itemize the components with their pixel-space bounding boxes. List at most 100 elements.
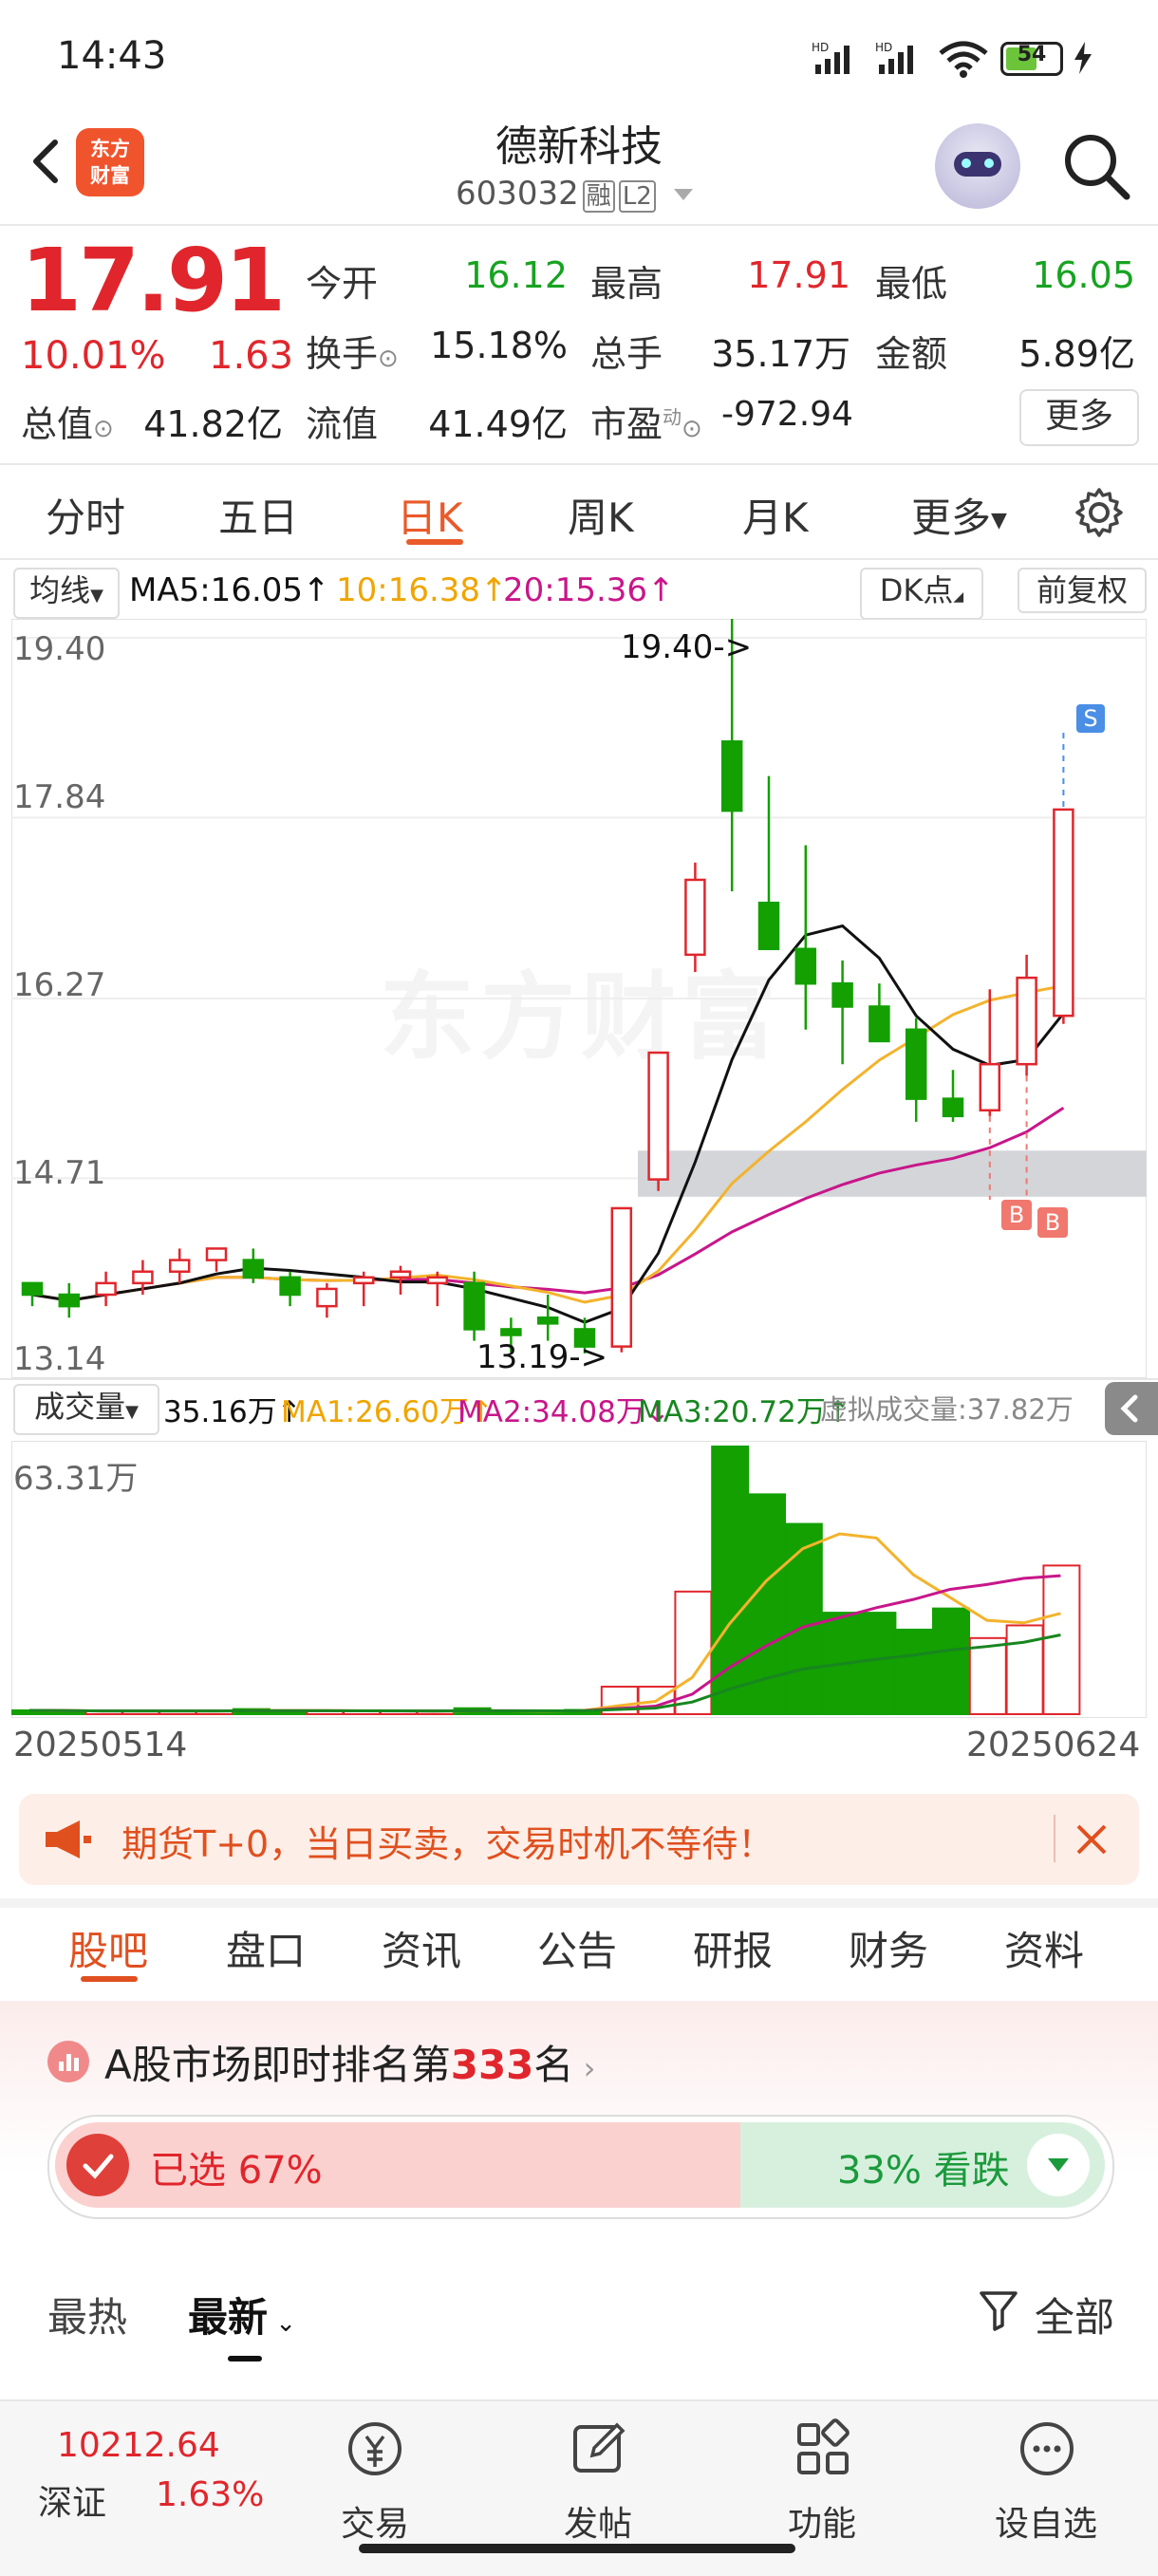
- wifi-icon: [939, 41, 988, 78]
- volume-ma3: MA3:20.72万↑: [638, 1395, 850, 1429]
- battery-level: 54: [1017, 43, 1047, 66]
- stock-code: 603032: [456, 175, 579, 213]
- home-indicator: [359, 2544, 795, 2553]
- volume-bar: [784, 1522, 823, 1715]
- grid-icon[interactable]: [790, 2416, 856, 2482]
- tab-five-day[interactable]: 五日: [218, 486, 298, 544]
- margin-tag: 融: [582, 180, 615, 213]
- tab-announcements[interactable]: 公告: [537, 1919, 617, 1977]
- volume-value: 35.17万: [711, 333, 850, 375]
- level2-tag: L2: [618, 180, 656, 213]
- tab-more[interactable]: 更多▼: [911, 486, 1007, 544]
- dk-point-button[interactable]: DK点◢: [860, 568, 983, 620]
- volume-chart[interactable]: [11, 1441, 1147, 1718]
- float-cap-label: 流值: [306, 403, 379, 445]
- nav-trade[interactable]: 交易: [299, 2496, 451, 2546]
- pe-value: -972.94: [721, 395, 853, 434]
- high-value: 17.91: [747, 254, 850, 296]
- filter-icon: [980, 2291, 1018, 2331]
- sort-hot[interactable]: 最热: [47, 2286, 127, 2343]
- ma10-value: 10:16.38↑: [336, 571, 508, 609]
- y-label-2: 17.84: [13, 778, 106, 816]
- nav-add-watchlist[interactable]: 设自选: [970, 2496, 1122, 2546]
- adjust-button[interactable]: 前复权: [1018, 568, 1147, 613]
- volume-bar: [711, 1446, 750, 1715]
- candle-body: [720, 740, 743, 812]
- turnover-label: 换手⊙: [306, 333, 399, 375]
- edit-icon[interactable]: [566, 2416, 632, 2482]
- buy-signal-badge-2[interactable]: B: [1037, 1207, 1068, 1238]
- nav-functions[interactable]: 功能: [746, 2496, 898, 2546]
- chevron-left-icon: [1120, 1394, 1138, 1423]
- tab-orderbook[interactable]: 盘口: [226, 1919, 306, 1977]
- promo-text: 期货T+0，当日买卖，交易时机不等待！: [121, 1823, 775, 1865]
- candle-body: [95, 1281, 117, 1297]
- close-icon[interactable]: [1073, 1820, 1111, 1858]
- candle-body: [463, 1281, 485, 1331]
- filter-all[interactable]: 全部: [1035, 2286, 1114, 2343]
- low-label: 最低: [875, 263, 948, 305]
- svg-text:HD: HD: [812, 41, 829, 54]
- candle-body: [942, 1097, 964, 1118]
- signal-icon: HD: [812, 41, 850, 74]
- low-value: 16.05: [1032, 254, 1135, 296]
- section-tab-indicator: [81, 1976, 138, 1982]
- stock-code-row[interactable]: 603032 融 L2: [456, 175, 695, 213]
- tab-intraday[interactable]: 分时: [46, 486, 125, 544]
- vote-down-label: 33% 看跌: [837, 2149, 1010, 2193]
- tab-research[interactable]: 研报: [693, 1919, 773, 1977]
- y-label-4: 14.71: [13, 1154, 106, 1192]
- candle-body: [794, 947, 817, 985]
- banner-divider: [1054, 1815, 1055, 1862]
- tab-profile[interactable]: 资料: [1004, 1919, 1084, 1977]
- more-dots-icon[interactable]: [1014, 2416, 1080, 2482]
- tab-monthly-k[interactable]: 月K: [742, 486, 809, 544]
- tab-finance[interactable]: 财务: [849, 1919, 928, 1977]
- tab-news[interactable]: 资讯: [382, 1919, 461, 1977]
- current-price: 17.91: [21, 230, 286, 331]
- volume-bar: [895, 1628, 934, 1715]
- market-rank[interactable]: A股市场即时排名第333名 ›: [104, 2033, 595, 2091]
- trade-icon[interactable]: [342, 2416, 408, 2482]
- candle-body: [831, 981, 853, 1008]
- dropdown-icon: [673, 189, 693, 200]
- collapse-panel-button[interactable]: [1105, 1382, 1158, 1435]
- gear-icon[interactable]: [1071, 484, 1128, 541]
- svg-text:HD: HD: [875, 41, 892, 54]
- index-name[interactable]: 深证: [38, 2475, 106, 2525]
- search-icon[interactable]: [1058, 128, 1134, 204]
- candle-body: [21, 1281, 44, 1297]
- index-value[interactable]: 10212.64: [57, 2426, 220, 2465]
- sell-signal-badge[interactable]: S: [1076, 704, 1105, 733]
- tab-forum[interactable]: 股吧: [68, 1919, 148, 1977]
- triangle-down-icon: [1048, 2158, 1069, 2172]
- ma-selector[interactable]: 均线▼: [13, 568, 120, 619]
- candle-body: [352, 1276, 375, 1285]
- tab-daily-k[interactable]: 日K: [397, 486, 463, 544]
- charging-icon: [1074, 42, 1092, 74]
- ma20-value: 20:15.36↑: [503, 571, 675, 609]
- vote-down-button[interactable]: [1027, 2134, 1090, 2196]
- check-icon: [66, 2134, 129, 2196]
- candle-body: [242, 1259, 265, 1279]
- y-label-1: 19.40: [13, 630, 106, 668]
- sort-indicator: [228, 2356, 262, 2361]
- nav-post[interactable]: 发帖: [522, 2496, 674, 2546]
- buy-signal-badge-1[interactable]: B: [1001, 1200, 1032, 1230]
- low-marker: 13.19->: [476, 1338, 608, 1376]
- kline-chart[interactable]: [11, 619, 1147, 1378]
- candle-body: [1016, 976, 1037, 1066]
- candle-body: [168, 1259, 191, 1273]
- candle-body: [647, 1051, 669, 1181]
- volume-selector[interactable]: 成交量▼: [13, 1384, 159, 1435]
- assistant-avatar[interactable]: [935, 123, 1020, 209]
- index-change: 1.63%: [156, 2475, 265, 2514]
- more-quote-button[interactable]: 更多: [1019, 389, 1139, 446]
- sort-latest[interactable]: 最新 ⌄: [188, 2286, 296, 2343]
- tab-weekly-k[interactable]: 周K: [568, 486, 634, 544]
- bar-chart-icon: [47, 2041, 89, 2082]
- candle-body: [1053, 808, 1074, 1017]
- candle-body: [58, 1293, 81, 1308]
- y-label-5: 13.14: [13, 1340, 106, 1378]
- high-label: 最高: [590, 263, 663, 305]
